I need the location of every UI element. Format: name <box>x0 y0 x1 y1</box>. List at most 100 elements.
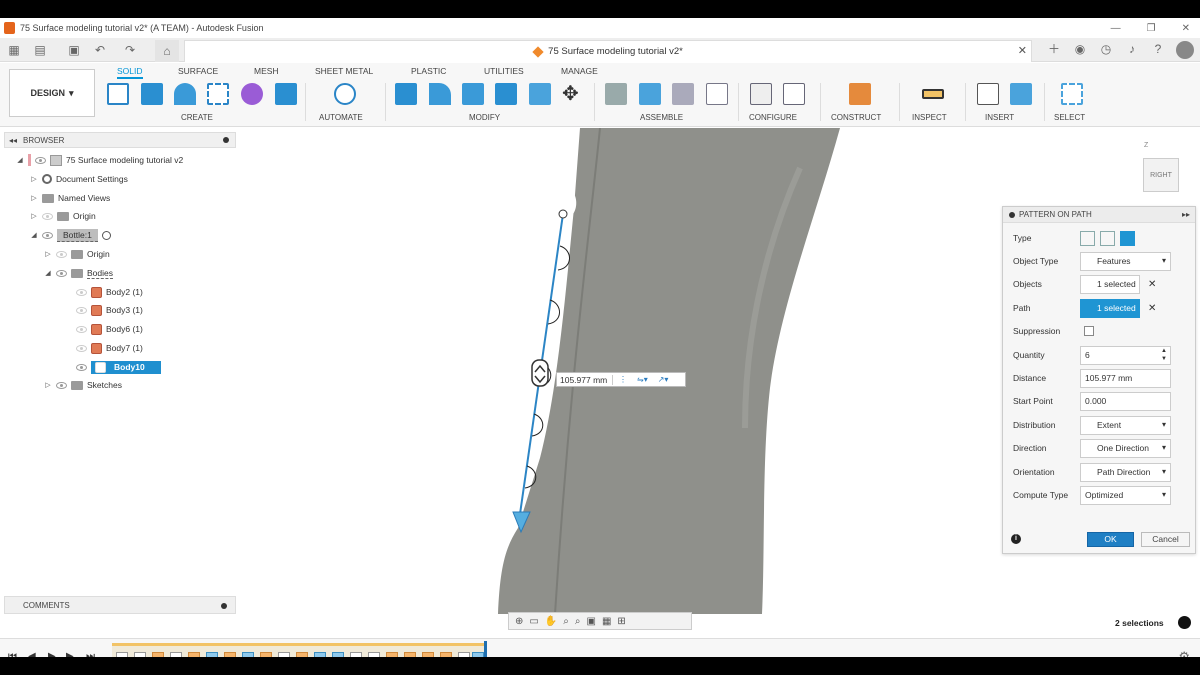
joint-origin-icon[interactable] <box>706 83 728 105</box>
close-icon[interactable]: ✕ <box>1182 23 1190 34</box>
tab-plastic[interactable]: PLASTIC <box>411 66 446 76</box>
quantity-stepper[interactable]: 6 ▲ ▼ <box>1080 345 1171 365</box>
visibility-eye-icon[interactable] <box>56 250 67 258</box>
pan-icon[interactable]: ✋ <box>545 616 557 627</box>
look-at-icon[interactable]: ▭ <box>529 616 538 627</box>
visibility-eye-icon[interactable] <box>56 381 67 389</box>
pin-icon[interactable] <box>221 603 227 609</box>
dialog-header[interactable]: PATTERN ON PATH ▸▸ <box>1003 207 1195 223</box>
visibility-eye-icon[interactable] <box>56 269 67 277</box>
stepper-arrows-icon[interactable]: ▲ ▼ <box>1161 347 1167 363</box>
comments-panel[interactable]: COMMENTS <box>4 596 236 614</box>
ok-button[interactable]: OK <box>1087 532 1134 547</box>
apps-grid-icon[interactable]: ▦ <box>6 42 22 58</box>
visibility-eye-icon[interactable] <box>76 363 87 371</box>
clear-path-icon[interactable]: ✕ <box>1148 303 1156 314</box>
group-create[interactable]: CREATE <box>181 113 213 122</box>
avatar[interactable] <box>1176 41 1194 59</box>
configure-table-icon[interactable] <box>783 83 805 105</box>
collapse-triangle-icon[interactable]: ◢ <box>30 231 38 239</box>
measure-icon[interactable] <box>922 89 944 99</box>
configure-icon[interactable] <box>750 83 772 105</box>
path-selection[interactable]: 1 selected <box>1080 298 1140 318</box>
viewcube[interactable]: RIGHT <box>1143 158 1179 192</box>
expand-triangle-icon[interactable]: ▷ <box>44 381 52 389</box>
suppression-checkbox[interactable] <box>1084 326 1094 336</box>
grid-icon[interactable]: ▦ <box>602 616 611 627</box>
expand-triangle-icon[interactable]: ▷ <box>30 212 38 220</box>
file-menu-icon[interactable]: ▤ <box>32 42 48 58</box>
tree-root[interactable]: ◢ 75 Surface modeling tutorial v2 <box>16 152 183 168</box>
expand-triangle-icon[interactable]: ▷ <box>30 194 38 202</box>
as-built-joint-icon[interactable] <box>672 83 694 105</box>
combine-icon[interactable] <box>529 83 551 105</box>
notifications-icon[interactable]: ♪ <box>1124 41 1140 57</box>
tab-manage[interactable]: MANAGE <box>561 66 598 76</box>
group-select[interactable]: SELECT <box>1054 113 1085 122</box>
undo-icon[interactable]: ↶ <box>92 42 108 58</box>
online-status-icon[interactable]: ◉ <box>1072 41 1088 57</box>
viewports-icon[interactable]: ⊞ <box>617 616 625 627</box>
close-tab-icon[interactable]: ✕ <box>1018 44 1027 57</box>
form-icon[interactable] <box>241 83 263 105</box>
activate-radio-icon[interactable] <box>101 230 111 240</box>
objects-selection[interactable]: 1 selected <box>1080 274 1140 294</box>
gear-icon[interactable]: ⚙ <box>1178 649 1190 657</box>
object-type-select[interactable]: Features <box>1080 251 1171 271</box>
automate-icon[interactable] <box>334 83 356 105</box>
group-configure[interactable]: CONFIGURE <box>749 113 797 122</box>
shell-icon[interactable] <box>495 83 517 105</box>
new-component-icon[interactable] <box>639 83 661 105</box>
group-construct[interactable]: CONSTRUCT <box>831 113 881 122</box>
distance-input-box[interactable]: 105.977 mm ⋮ ⇋▾ ↗▾ <box>556 372 686 387</box>
pattern-features-icon[interactable] <box>1100 230 1115 246</box>
tree-item-bottle[interactable]: ◢ Bottle:1 <box>30 227 111 243</box>
tree-item-body6[interactable]: Body6 (1) <box>76 321 143 337</box>
collapse-arrows-icon[interactable]: ◂◂ <box>9 136 17 145</box>
pattern-path-icon[interactable] <box>1120 230 1135 246</box>
visibility-eye-icon[interactable] <box>76 344 87 352</box>
expand-icon[interactable]: ▸▸ <box>1182 210 1190 219</box>
chamfer-icon[interactable] <box>462 83 484 105</box>
help-icon[interactable]: ? <box>1150 41 1166 57</box>
tree-item-named-views[interactable]: ▷ Named Views <box>30 190 110 206</box>
timeline-marker[interactable] <box>484 641 487 657</box>
distribution-icon[interactable]: ↗▾ <box>658 375 669 384</box>
menu-dots-icon[interactable]: ⋮ <box>619 375 627 384</box>
job-status-icon[interactable]: ◷ <box>1098 41 1114 57</box>
tree-item-bodies[interactable]: ◢ Bodies <box>44 265 113 281</box>
orientation-select[interactable]: Path Direction <box>1080 462 1171 482</box>
group-automate[interactable]: AUTOMATE <box>319 113 363 122</box>
extrude-icon[interactable] <box>141 83 163 105</box>
tree-item-body2[interactable]: Body2 (1) <box>76 284 143 300</box>
expand-triangle-icon[interactable]: ▷ <box>44 250 52 258</box>
zoom-window-icon[interactable]: ⌕ <box>575 616 581 627</box>
browser-header[interactable]: ◂◂ BROWSER <box>4 132 236 148</box>
tree-item-document-settings[interactable]: ▷ Document Settings <box>30 171 128 187</box>
zoom-icon[interactable]: ⌕ <box>563 616 569 627</box>
tree-item-sketches[interactable]: ▷ Sketches <box>44 377 122 393</box>
visibility-eye-icon[interactable] <box>35 156 46 164</box>
group-insert[interactable]: INSERT <box>985 113 1014 122</box>
visibility-eye-icon[interactable] <box>76 288 87 296</box>
save-icon[interactable]: ▣ <box>66 42 82 58</box>
flip-direction-icon[interactable]: ⇋▾ <box>637 375 648 384</box>
workspace-switcher[interactable]: DESIGN ▾ <box>9 69 95 117</box>
distance-field[interactable]: 105.977 mm <box>1080 368 1171 388</box>
visibility-eye-icon[interactable] <box>42 212 53 220</box>
select-icon[interactable] <box>1061 83 1083 105</box>
orbit-icon[interactable]: ⊕ <box>515 616 523 627</box>
path-start-point[interactable] <box>558 209 568 219</box>
visibility-eye-icon[interactable] <box>42 231 53 239</box>
fillet-icon[interactable] <box>429 83 451 105</box>
distribution-select[interactable]: Extent <box>1080 415 1171 435</box>
move-icon[interactable]: ✥ <box>562 83 584 105</box>
offset-plane-icon[interactable] <box>849 83 871 105</box>
visibility-eye-icon[interactable] <box>76 306 87 314</box>
pattern-faces-icon[interactable] <box>1080 230 1095 246</box>
document-tab[interactable]: 75 Surface modeling tutorial v2* ✕ <box>184 40 1032 62</box>
create-sketch-icon[interactable] <box>107 83 129 105</box>
info-icon[interactable]: i <box>1011 534 1021 544</box>
pin-icon[interactable] <box>1009 211 1015 218</box>
insert-derive-icon[interactable] <box>977 83 999 105</box>
